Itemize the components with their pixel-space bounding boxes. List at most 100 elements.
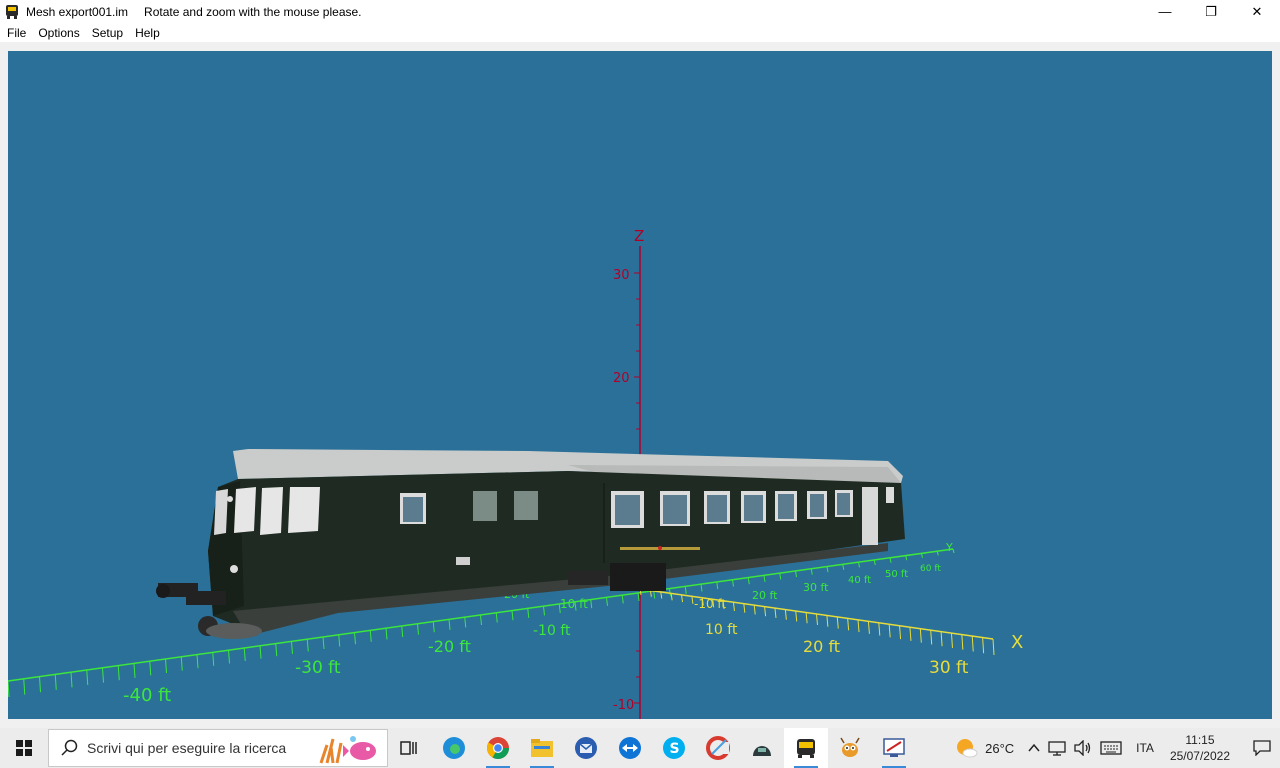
taskbar-file-explorer[interactable] bbox=[520, 728, 564, 768]
tray-network[interactable] bbox=[1048, 740, 1066, 756]
y-tick-label: 50 ft bbox=[885, 569, 908, 580]
x-axis-tick bbox=[816, 613, 818, 626]
y-axis-tick bbox=[70, 672, 73, 688]
3d-viewport[interactable]: Z 30 20 -10 Y -40 ft -30 ft -20 ft -10 f… bbox=[8, 51, 1272, 719]
clock-time: 11:15 bbox=[1185, 733, 1215, 747]
weather-temperature: 26°C bbox=[985, 740, 1015, 756]
y-axis-tick bbox=[763, 575, 766, 582]
y-axis-tick bbox=[133, 663, 136, 678]
taskbar-bug-app[interactable] bbox=[828, 728, 872, 768]
x-axis-tick bbox=[909, 627, 912, 641]
y-axis-tick bbox=[39, 676, 41, 693]
y-axis-tick bbox=[621, 595, 624, 604]
window-message: Rotate and zoom with the mouse please. bbox=[144, 4, 362, 19]
y-axis-tick bbox=[669, 588, 671, 597]
y-axis-tick bbox=[858, 562, 860, 568]
x-axis-tick bbox=[899, 625, 902, 640]
task-view-icon bbox=[400, 741, 417, 755]
y-axis-tick bbox=[952, 548, 955, 554]
y-axis-tick bbox=[23, 678, 26, 695]
y-axis-tick bbox=[54, 674, 57, 690]
notification-button[interactable] bbox=[1244, 740, 1280, 756]
x-axis-label: X bbox=[1011, 632, 1023, 653]
language-indicator[interactable]: ITA bbox=[1136, 741, 1154, 755]
y-axis-tick bbox=[180, 656, 183, 671]
task-view-button[interactable] bbox=[388, 728, 432, 768]
x-axis-tick bbox=[743, 603, 746, 613]
y-axis-tick bbox=[212, 652, 215, 666]
title-bar: Mesh export001.im Rotate and zoom with t… bbox=[0, 0, 1280, 23]
taskbar-skype[interactable]: S bbox=[652, 728, 696, 768]
y-tick-label: -20 ft bbox=[428, 637, 471, 656]
taskbar-thunderbird[interactable] bbox=[564, 728, 608, 768]
y-axis-tick bbox=[480, 614, 482, 626]
x-axis-tick bbox=[826, 615, 829, 627]
y-axis-tick bbox=[432, 621, 435, 633]
x-axis-tick bbox=[670, 593, 673, 601]
x-axis-tick bbox=[961, 634, 964, 650]
x-axis-tick bbox=[681, 594, 684, 603]
y-axis-tick bbox=[259, 645, 262, 659]
menu-file[interactable]: File bbox=[0, 26, 32, 40]
tray-volume[interactable] bbox=[1074, 740, 1092, 756]
y-axis-tick bbox=[165, 658, 167, 674]
y-axis-tick bbox=[889, 557, 892, 563]
y-axis-tick bbox=[716, 581, 719, 590]
taskbar-train-sim[interactable] bbox=[784, 728, 828, 768]
x-tick-label: -10 ft bbox=[694, 597, 726, 611]
clock[interactable]: 11:15 25/07/2022 bbox=[1170, 732, 1230, 764]
speaker-icon bbox=[1074, 740, 1091, 756]
window-controls: — ❐ ✕ bbox=[1142, 0, 1280, 23]
system-tray: 26°C ITA 11:15 25/07/2022 bbox=[955, 728, 1280, 768]
weather-widget[interactable]: 26°C bbox=[955, 736, 1014, 760]
bug-icon bbox=[840, 737, 860, 757]
search-box[interactable]: Scrivi qui per eseguire la ricerca bbox=[48, 729, 388, 767]
taskbar-chrome[interactable] bbox=[476, 728, 520, 768]
menu-bar: File Options Setup Help bbox=[0, 23, 1280, 42]
taskbar-screen-tool[interactable] bbox=[872, 728, 916, 768]
edge-icon bbox=[443, 737, 465, 759]
y-axis-tick bbox=[275, 643, 278, 657]
y-axis-tick bbox=[527, 608, 530, 618]
y-axis-tick bbox=[322, 636, 325, 650]
y-axis-tick bbox=[117, 665, 120, 681]
y-axis-tick bbox=[102, 667, 104, 683]
taskbar-teamviewer[interactable] bbox=[608, 728, 652, 768]
y-axis-tick bbox=[401, 625, 404, 638]
menu-help[interactable]: Help bbox=[129, 26, 166, 40]
y-axis-tick bbox=[543, 606, 545, 616]
x-axis-tick bbox=[691, 596, 694, 604]
tray-keyboard[interactable] bbox=[1100, 741, 1122, 755]
y-axis-tick bbox=[86, 669, 89, 686]
x-axis-tick bbox=[753, 605, 756, 615]
taskbar-edge[interactable] bbox=[432, 728, 476, 768]
menu-setup[interactable]: Setup bbox=[86, 26, 129, 40]
y-axis-tick bbox=[905, 555, 908, 561]
x-axis-tick bbox=[930, 630, 933, 645]
y-axis-tick bbox=[810, 568, 813, 575]
svg-text:S: S bbox=[670, 741, 680, 757]
y-axis-tick bbox=[511, 610, 514, 621]
restore-button[interactable]: ❐ bbox=[1188, 0, 1234, 23]
taskbar-ccleaner[interactable] bbox=[696, 728, 740, 768]
taskbar: Scrivi qui per eseguire la ricerca S 26°… bbox=[0, 728, 1280, 768]
y-axis-tick bbox=[842, 564, 845, 570]
y-axis-tick bbox=[779, 573, 782, 580]
z-axis-label: Z bbox=[634, 227, 644, 245]
y-axis-label: Y bbox=[945, 541, 953, 554]
start-button[interactable] bbox=[0, 728, 48, 768]
x-axis-tick bbox=[919, 628, 922, 643]
x-tick-label: 10 ft bbox=[705, 622, 738, 638]
minimize-button[interactable]: — bbox=[1142, 0, 1188, 23]
train-icon bbox=[797, 739, 815, 758]
helmet-icon bbox=[753, 746, 771, 756]
x-axis-tick bbox=[836, 616, 839, 629]
x-axis-tick bbox=[764, 606, 767, 617]
close-button[interactable]: ✕ bbox=[1234, 0, 1280, 23]
y-axis-tick bbox=[495, 612, 498, 623]
taskbar-vpn[interactable] bbox=[740, 728, 784, 768]
y-tick-label: 60 ft bbox=[920, 564, 941, 574]
tray-chevron[interactable] bbox=[1028, 742, 1040, 754]
x-axis-tick bbox=[971, 636, 974, 652]
menu-options[interactable]: Options bbox=[32, 26, 85, 40]
